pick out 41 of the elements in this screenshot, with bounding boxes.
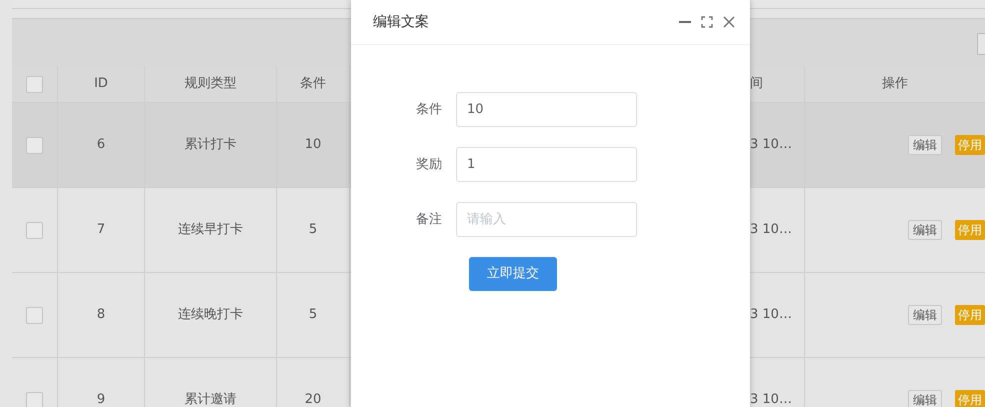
table-cell-text: 10 <box>304 136 322 154</box>
toolbar-button[interactable] <box>977 33 985 55</box>
table-cell-text: 3 10… <box>750 221 792 240</box>
dialog-title: 编辑文案 <box>373 12 429 32</box>
field-label: 奖励 <box>415 156 443 174</box>
table-cell-text: 累计邀请 <box>184 391 236 407</box>
checkbox[interactable] <box>26 306 43 324</box>
field-label: 条件 <box>415 100 443 119</box>
table-cell-text: 3 10… <box>750 306 792 324</box>
column-header: 条件 <box>300 75 326 94</box>
column-header: 间 <box>750 75 763 94</box>
checkbox[interactable] <box>26 136 43 154</box>
close-icon[interactable] <box>722 15 736 29</box>
input-field[interactable]: 请输入 <box>456 202 637 237</box>
checkbox[interactable] <box>26 392 43 407</box>
edit-button[interactable]: 编辑 <box>908 220 942 240</box>
table-cell-text: 累计打卡 <box>184 136 236 154</box>
input-field[interactable]: 1 <box>456 147 637 182</box>
table-cell-text: 连续晚打卡 <box>178 306 243 324</box>
checkbox[interactable] <box>26 222 43 238</box>
input-field[interactable]: 10 <box>456 92 637 127</box>
field-label: 备注 <box>415 210 443 229</box>
column-header: 操作 <box>882 75 908 94</box>
table-cell-text: 3 10… <box>750 391 792 407</box>
edit-button[interactable]: 编辑 <box>908 135 942 155</box>
checkbox[interactable] <box>26 76 43 92</box>
table-cell-text: 5 <box>308 306 318 324</box>
column-header: ID <box>94 75 108 94</box>
table-cell-text: 8 <box>96 306 106 324</box>
table-cell-text: 9 <box>96 391 106 407</box>
edit-button[interactable]: 编辑 <box>908 390 942 407</box>
table-cell-text: 连续早打卡 <box>178 221 243 240</box>
submit-button[interactable]: 立即提交 <box>469 257 557 291</box>
table-cell-text: 5 <box>308 221 318 240</box>
edit-button[interactable]: 编辑 <box>908 305 942 325</box>
column-header: 规则类型 <box>184 75 236 94</box>
maximize-icon[interactable] <box>700 15 714 29</box>
table-cell-text: 7 <box>96 221 106 240</box>
table-cell-text: 20 <box>304 391 322 407</box>
table-cell-text: 6 <box>96 136 106 154</box>
table-cell-text: 3 10… <box>750 136 792 154</box>
